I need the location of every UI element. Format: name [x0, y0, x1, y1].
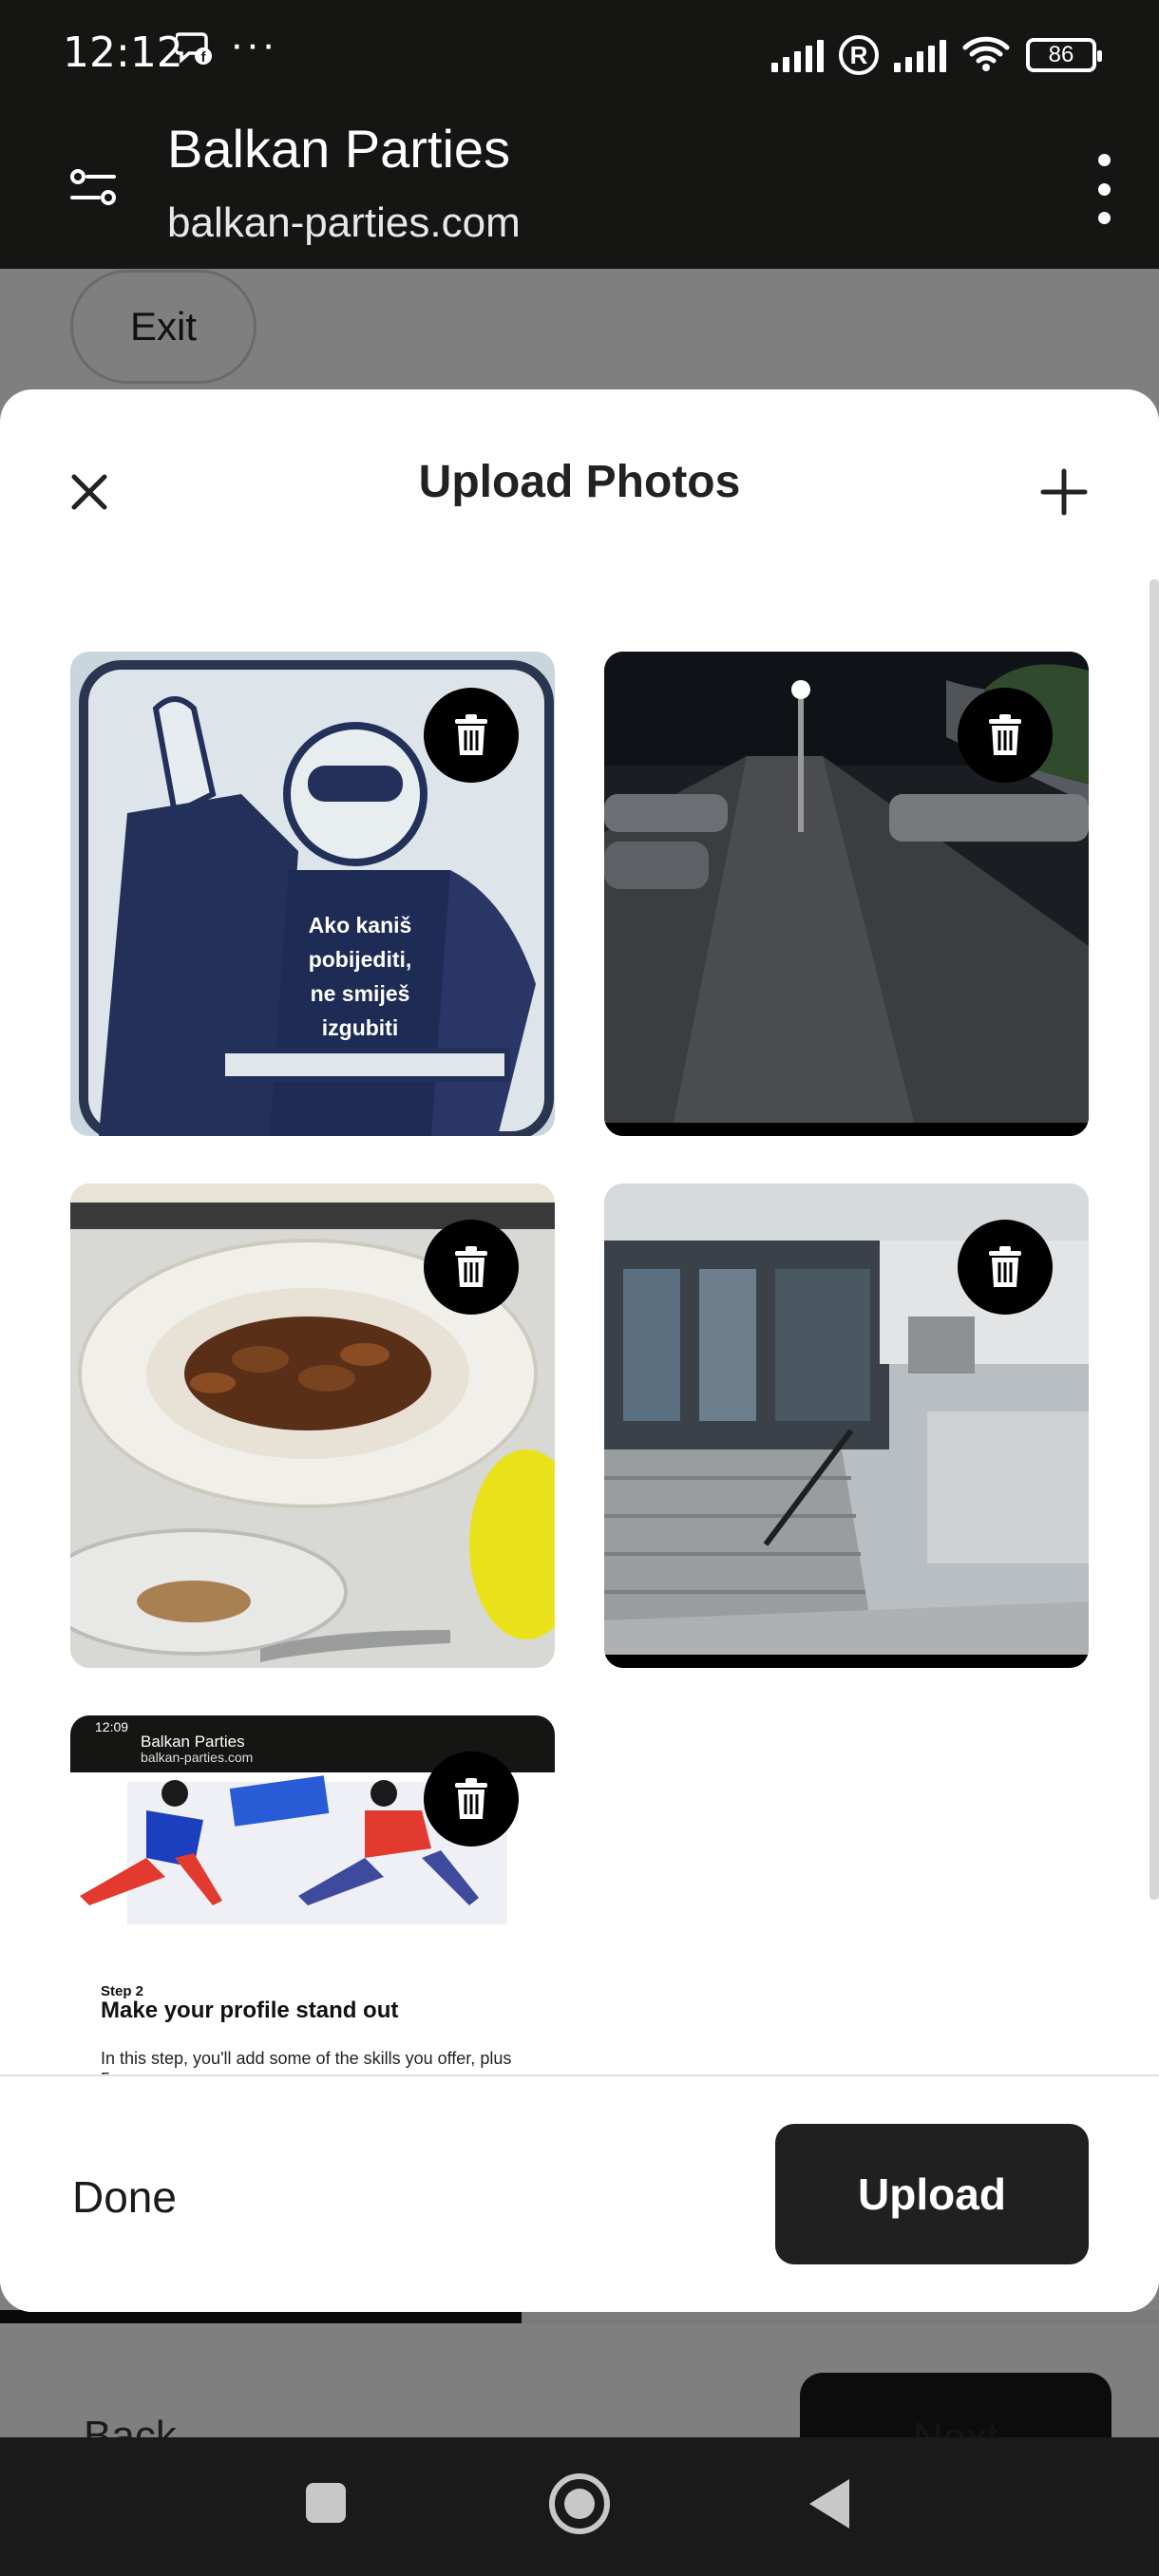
site-title: Balkan Parties [167, 119, 511, 179]
status-time: 12:12 [63, 28, 183, 77]
scrollbar[interactable] [1150, 579, 1159, 1900]
shirt-text-line: pobijediti, [308, 947, 412, 972]
shirt-text-line: ne smiješ [310, 981, 410, 1006]
delete-photo-button[interactable] [424, 1220, 519, 1315]
trash-icon [989, 1246, 1021, 1287]
battery-icon: 86 [1026, 38, 1102, 72]
trash-icon [455, 714, 487, 755]
battery-level: 86 [1048, 42, 1074, 67]
delete-photo-button[interactable] [424, 1752, 519, 1847]
home-icon[interactable] [549, 2473, 610, 2534]
shirt-text: Ako kaniš pobijediti, ne smiješ izgubiti [279, 908, 441, 1045]
back-icon[interactable] [809, 2479, 849, 2529]
progress-bar [0, 2310, 1159, 2323]
status-indicators: R 86 [771, 28, 1102, 82]
photo-tile[interactable] [70, 1184, 555, 1668]
done-button[interactable]: Done [72, 2171, 177, 2223]
shirt-text-line: izgubiti [321, 1015, 399, 1040]
photo-tile[interactable] [604, 1184, 1089, 1668]
site-url[interactable]: balkan-parties.com [167, 199, 521, 247]
trash-icon [455, 1246, 487, 1287]
screenshot-url: balkan-parties.com [141, 1750, 254, 1765]
trash-icon [455, 1778, 487, 1819]
photo-grid: Ako kaniš pobijediti, ne smiješ izgubiti [70, 652, 1089, 2076]
plus-icon[interactable] [1037, 465, 1091, 519]
wifi-icon [961, 34, 1011, 77]
shirt-text-line: Ako kaniš [308, 913, 412, 938]
delete-photo-button[interactable] [424, 688, 519, 783]
screenshot-headline: Make your profile stand out [101, 1998, 399, 2023]
screenshot-title: Balkan Parties [141, 1733, 245, 1751]
site-settings-icon[interactable] [68, 161, 120, 213]
dialog-footer: Done Upload [0, 2074, 1159, 2312]
recents-icon[interactable] [306, 2483, 346, 2523]
exit-button: Exit [70, 270, 256, 384]
signal-icon [771, 38, 824, 72]
trash-icon [989, 714, 1021, 755]
photo-tile[interactable]: Ako kaniš pobijediti, ne smiješ izgubiti [70, 652, 555, 1136]
screenshot-body: In this step, you'll add some of the ski… [101, 2049, 512, 2076]
screenshot-time: 12:09 [95, 1719, 129, 1734]
registered-icon: R [839, 35, 879, 75]
status-overflow: ··· [230, 21, 277, 67]
delete-photo-button[interactable] [958, 688, 1053, 783]
dialog-title: Upload Photos [418, 457, 741, 507]
messenger-facebook-icon: f [174, 28, 214, 75]
delete-photo-button[interactable] [958, 1220, 1053, 1315]
photo-tile[interactable] [604, 652, 1089, 1136]
upload-photos-dialog: Upload Photos Ako kaniš pobijediti, ne s… [0, 389, 1159, 2312]
progress-fill [0, 2310, 522, 2323]
browser-header: Balkan Parties balkan-parties.com [0, 112, 1159, 269]
system-nav-bar [0, 2437, 1159, 2576]
more-options-icon[interactable] [1094, 154, 1113, 224]
upload-button[interactable]: Upload [775, 2124, 1089, 2264]
status-bar: 12:12 f ··· R 86 [0, 0, 1159, 112]
photo-tile[interactable]: 12:09 Balkan Parties balkan-parties.com … [70, 1715, 555, 2076]
signal-icon [894, 38, 946, 72]
